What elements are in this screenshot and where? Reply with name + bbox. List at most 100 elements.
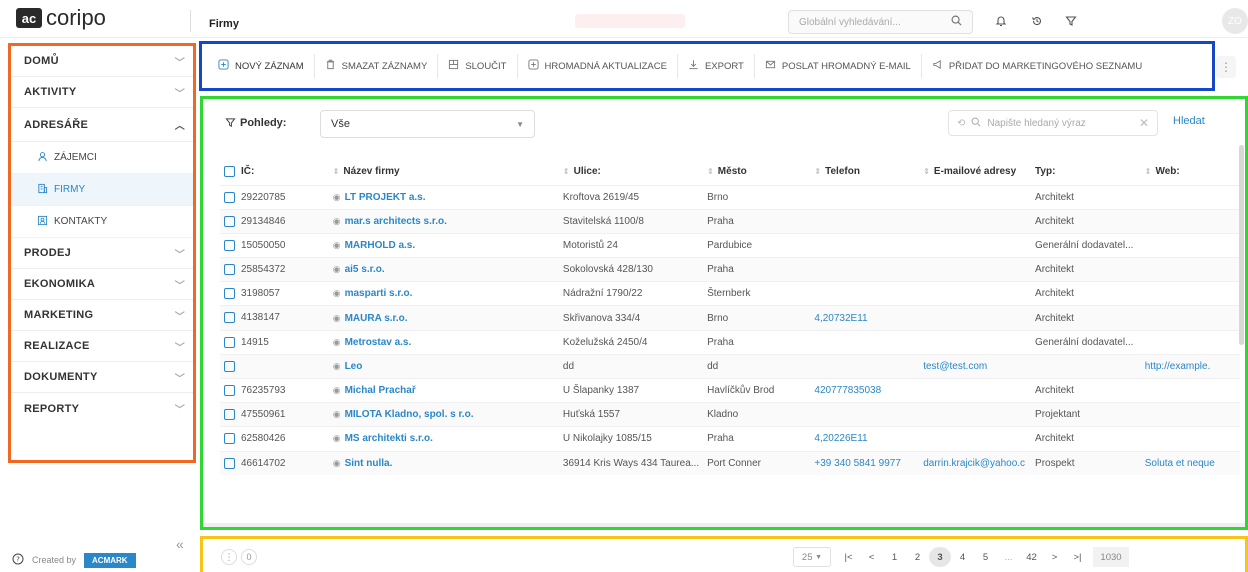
- sidebar-subitem-kontakty[interactable]: KONTAKTY: [11, 206, 193, 238]
- sidebar-item-aktivity[interactable]: AKTIVITY ﹀: [11, 77, 193, 108]
- cell-name[interactable]: ◉ Metrostav a.s.: [328, 329, 559, 355]
- cell-name[interactable]: ◉ MS architekti s.r.o.: [328, 426, 559, 452]
- table-row[interactable]: 46614702 ◉ Sint nulla. 36914 Kris Ways 434 …: [220, 450, 1240, 476]
- cell-phone[interactable]: 420777835038: [810, 377, 920, 403]
- eye-icon[interactable]: ◉: [333, 409, 341, 419]
- cell-name[interactable]: ◉ Sint nulla.: [328, 450, 559, 476]
- cell-web[interactable]: [1140, 184, 1240, 210]
- filter-icon[interactable]: [1062, 12, 1080, 30]
- cell-phone[interactable]: [810, 281, 920, 306]
- table-row[interactable]: 47550961 ◉ MILOTA Kladno, spol. s r.o. Huťs…: [220, 402, 1240, 427]
- eye-icon[interactable]: ◉: [333, 192, 341, 202]
- avatar[interactable]: ZO: [1222, 8, 1248, 34]
- eye-icon[interactable]: ◉: [333, 458, 341, 468]
- cell-name[interactable]: ◉ MAURA s.r.o.: [328, 305, 559, 331]
- vertical-scrollbar[interactable]: [1239, 145, 1244, 345]
- more-actions-icon[interactable]: ⋮: [1216, 56, 1236, 78]
- page-button[interactable]: 1: [883, 547, 906, 567]
- cell-phone[interactable]: [810, 329, 920, 355]
- delete-records-button[interactable]: SMAZAT ZÁZNAMY: [315, 54, 439, 78]
- cell-email[interactable]: [919, 377, 1032, 403]
- logo[interactable]: ac coripo: [16, 7, 106, 29]
- cell-web[interactable]: [1140, 426, 1240, 452]
- column-header-web[interactable]: ⇕ Web:: [1141, 159, 1240, 185]
- row-checkbox[interactable]: [224, 312, 235, 324]
- sidebar-item-prodej[interactable]: PRODEJ ﹀: [11, 238, 193, 269]
- new-record-button[interactable]: NOVÝ ZÁZNAM: [208, 54, 315, 78]
- cell-web[interactable]: [1140, 208, 1240, 234]
- column-header-street[interactable]: ⇕ Ulice:: [559, 159, 703, 185]
- eye-icon[interactable]: ◉: [333, 240, 341, 250]
- cell-name[interactable]: ◉ Michal Prachař: [328, 377, 559, 403]
- cell-web[interactable]: [1140, 232, 1240, 258]
- cell-web[interactable]: [1140, 305, 1240, 331]
- global-search-input[interactable]: Globální vyhledávání...: [788, 10, 973, 34]
- row-checkbox[interactable]: [224, 360, 235, 372]
- table-row[interactable]: 4138147 ◉ MAURA s.r.o. Skřivanova 334/4 Brno…: [220, 305, 1240, 331]
- page-button[interactable]: 42: [1020, 547, 1043, 567]
- sidebar-item-marketing[interactable]: MARKETING ﹀: [11, 300, 193, 331]
- sidebar-subitem-firmy[interactable]: FIRMY: [11, 174, 193, 206]
- first-page-icon[interactable]: |<: [837, 547, 860, 567]
- sidebar-item-domu[interactable]: DOMŮ ﹀: [11, 46, 193, 77]
- page-button[interactable]: 3: [929, 547, 951, 567]
- bulk-email-button[interactable]: POSLAT HROMADNÝ E-MAIL: [755, 54, 922, 78]
- cell-web[interactable]: [1140, 402, 1240, 427]
- cell-name[interactable]: ◉ mar.s architects s.r.o.: [328, 208, 559, 234]
- row-checkbox[interactable]: [224, 191, 235, 203]
- cell-name[interactable]: ◉ MARHOLD a.s.: [328, 232, 559, 258]
- select-all-checkbox[interactable]: [224, 166, 235, 178]
- eye-icon[interactable]: ◉: [333, 433, 341, 443]
- cell-phone[interactable]: [810, 184, 920, 210]
- cell-name[interactable]: ◉ ai5 s.r.o.: [328, 257, 559, 282]
- row-checkbox[interactable]: [224, 409, 235, 421]
- cell-web[interactable]: Soluta et neque: [1140, 450, 1240, 476]
- table-row[interactable]: 25854372 ◉ ai5 s.r.o. Sokolovská 428/130 Pra…: [220, 257, 1240, 282]
- more-options-icon[interactable]: ⋮: [221, 549, 237, 565]
- cell-web[interactable]: [1140, 377, 1240, 403]
- cell-email[interactable]: [919, 281, 1032, 306]
- page-button[interactable]: 5: [974, 547, 997, 567]
- cell-web[interactable]: [1140, 329, 1240, 355]
- eye-icon[interactable]: ◉: [333, 385, 341, 395]
- eye-icon[interactable]: ◉: [333, 216, 341, 226]
- help-icon[interactable]: ?: [12, 553, 24, 567]
- row-checkbox[interactable]: [224, 264, 235, 276]
- eye-icon[interactable]: ◉: [333, 264, 341, 274]
- sidebar-item-realizace[interactable]: REALIZACE ﹀: [11, 331, 193, 362]
- column-header-type[interactable]: Typ:: [1031, 159, 1141, 185]
- add-marketing-list-button[interactable]: PŘIDAT DO MARKETINGOVÉHO SEZNAMU: [922, 54, 1152, 78]
- grid-search-input[interactable]: ⟲ Napište hledaný výraz ✕: [948, 110, 1158, 136]
- clear-icon[interactable]: ✕: [1139, 116, 1149, 130]
- row-checkbox[interactable]: [224, 336, 235, 348]
- column-header-name[interactable]: ⇕ Název firmy: [329, 159, 559, 185]
- sidebar-item-reporty[interactable]: REPORTY ﹀: [11, 393, 193, 424]
- cell-email[interactable]: [919, 208, 1032, 234]
- page-button[interactable]: 4: [951, 547, 974, 567]
- search-button[interactable]: Hledat: [1173, 115, 1205, 127]
- bell-icon[interactable]: [992, 12, 1010, 30]
- eye-icon[interactable]: ◉: [333, 313, 341, 323]
- column-header-email[interactable]: ⇕ E-mailové adresy: [919, 159, 1031, 185]
- eye-icon[interactable]: ◉: [333, 361, 341, 371]
- cell-web[interactable]: http://example.: [1140, 353, 1240, 379]
- sidebar-item-dokumenty[interactable]: DOKUMENTY ﹀: [11, 362, 193, 393]
- cell-phone[interactable]: [810, 208, 920, 234]
- table-row[interactable]: 15050050 ◉ MARHOLD a.s. Motoristů 24 Pardubi…: [220, 232, 1240, 258]
- row-checkbox[interactable]: [224, 288, 235, 300]
- cell-email[interactable]: darrin.krajcik@yahoo.c: [919, 450, 1032, 476]
- cell-web[interactable]: [1140, 257, 1240, 282]
- table-row[interactable]: 62580426 ◉ MS architekti s.r.o. U Nikolajky…: [220, 426, 1240, 452]
- cell-email[interactable]: [919, 257, 1032, 282]
- row-checkbox[interactable]: [224, 433, 235, 445]
- row-checkbox[interactable]: [224, 385, 235, 397]
- eye-icon[interactable]: ◉: [333, 337, 341, 347]
- cell-email[interactable]: [919, 329, 1032, 355]
- row-checkbox[interactable]: [224, 215, 235, 227]
- prev-page-icon[interactable]: <: [860, 547, 883, 567]
- views-filter-icon[interactable]: [225, 115, 236, 133]
- acmark-logo[interactable]: ACMARK: [84, 552, 136, 568]
- cell-email[interactable]: test@test.com: [919, 353, 1032, 379]
- column-header-phone[interactable]: ⇕ Telefon: [810, 159, 919, 185]
- cell-email[interactable]: [919, 426, 1032, 452]
